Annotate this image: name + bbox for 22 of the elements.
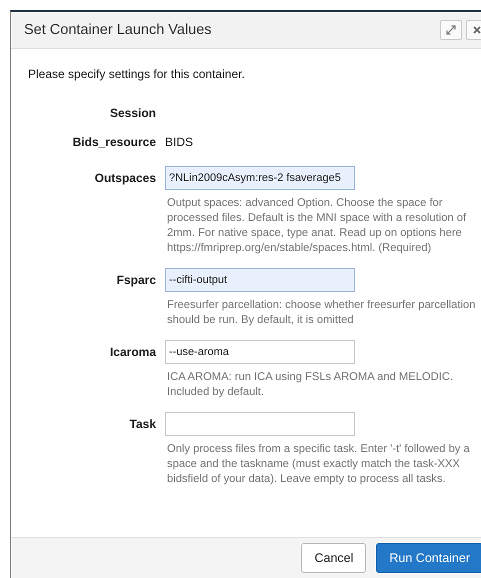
cancel-button[interactable]: Cancel — [301, 543, 366, 573]
field-value: BIDS — [165, 134, 194, 148]
help-text: Freesurfer parcellation: choose whether freesurfer parcellation should be run. By default, it is omitted — [167, 298, 476, 328]
field-label: Fsparc — [116, 273, 156, 287]
run-button[interactable]: Run Container — [376, 543, 481, 573]
field-label: Bids_resource — [72, 134, 156, 148]
maximize-button[interactable] — [440, 20, 462, 40]
intro-text: Please specify settings for this container. — [28, 67, 246, 81]
dialog-title: Set Container Launch Values — [24, 22, 212, 38]
input-field[interactable]: --use-aroma — [165, 340, 355, 364]
field-label: Outspaces — [94, 171, 156, 185]
field-label: Icaroma — [108, 345, 156, 359]
input-field[interactable]: ?NLin2009cAsym:res-2 fsaverage5 — [165, 166, 355, 190]
input-field[interactable] — [165, 412, 355, 436]
close-icon — [473, 26, 481, 34]
help-text: ICA AROMA: run ICA using FSLs AROMA and MELODIC. Included by default. — [167, 370, 454, 400]
field-label: Task — [128, 417, 156, 431]
help-text: Only process files from a specific task. Enter '-t' followed by a space and the taskname (must exactly match the task-XXX bidsfield of your data). Leave empty to process all tasks. — [167, 442, 471, 487]
expand-icon — [446, 25, 456, 35]
field-label: Session — [108, 106, 156, 120]
input-field[interactable]: --cifti-output — [165, 268, 355, 292]
help-text: Output spaces: advanced Option. Choose the space for processed files. Default is the MNI space with a resolution of 2mm. For native space, type anat. Read up on options here https://fmriprep.org/en/stable/spaces.html. (Required) — [167, 196, 468, 256]
